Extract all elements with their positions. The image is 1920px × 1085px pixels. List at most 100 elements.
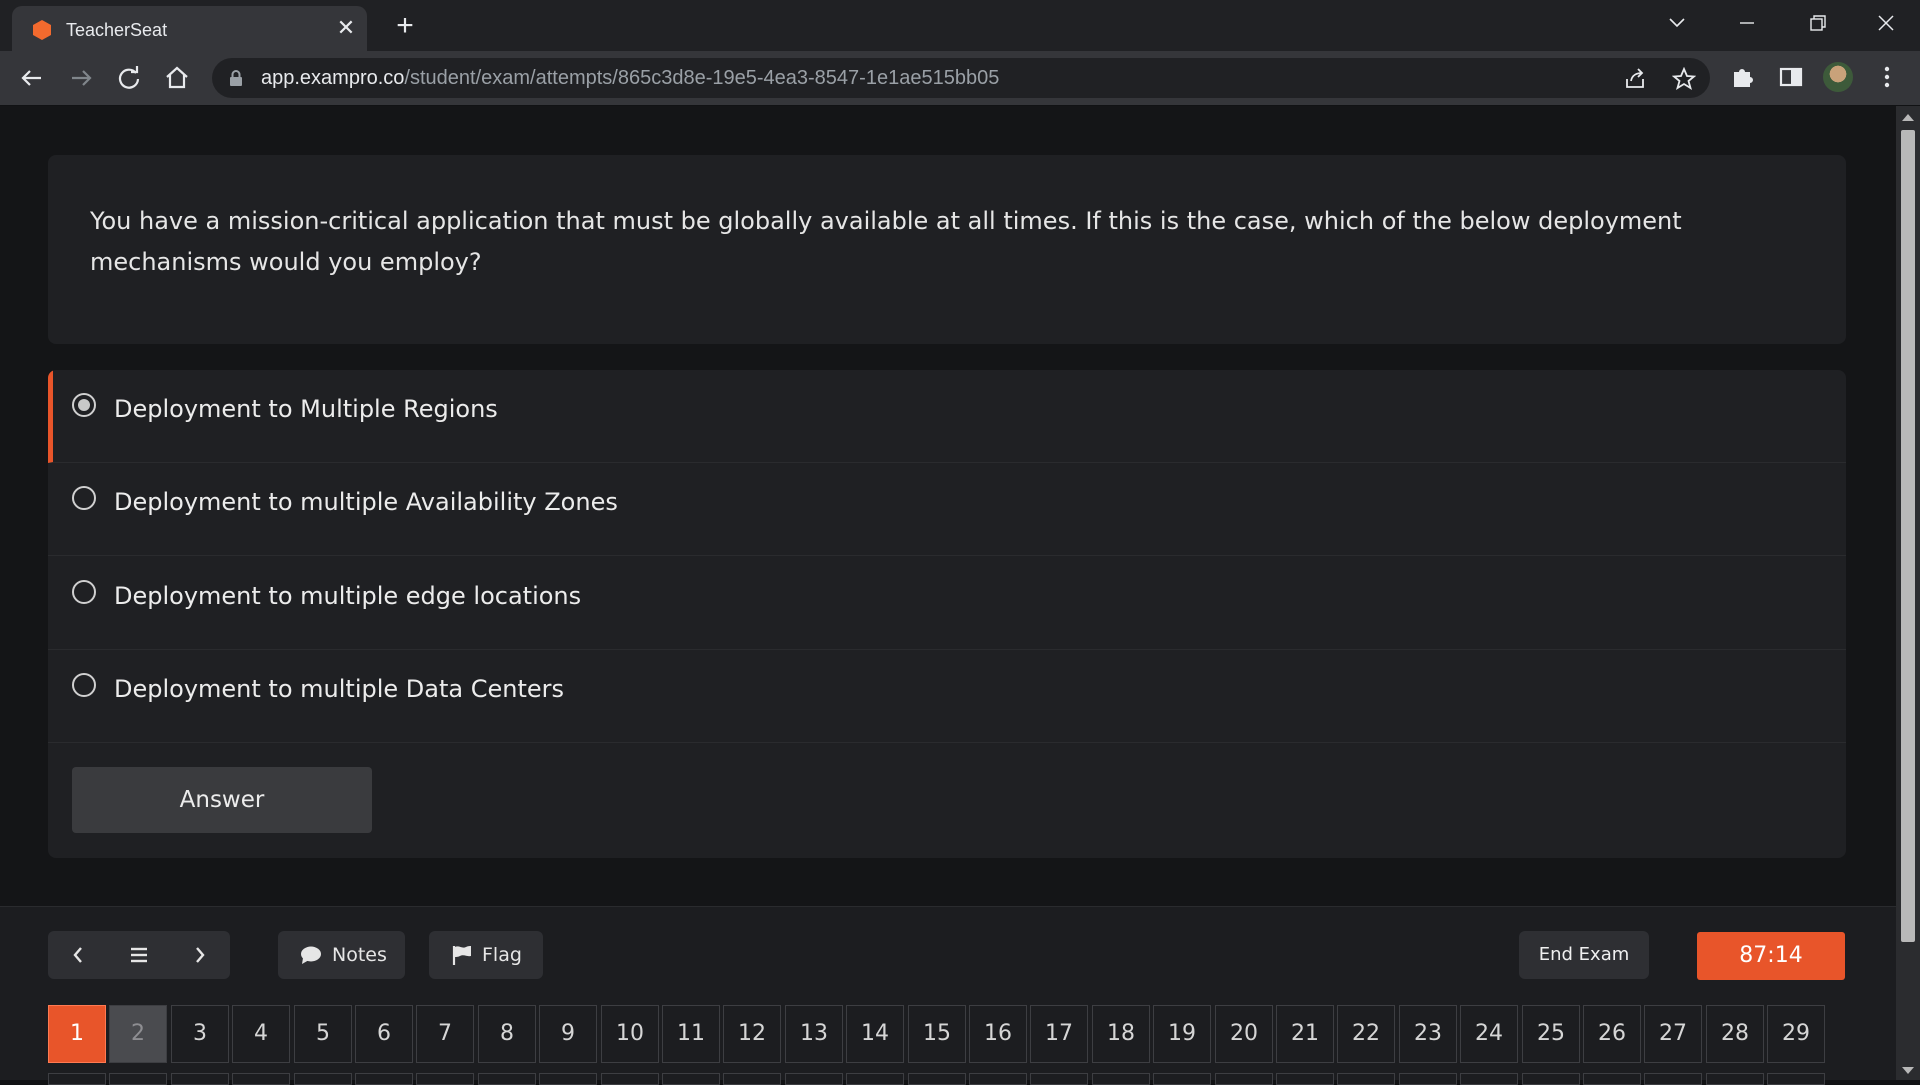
question-number-button-row2[interactable] xyxy=(416,1073,474,1085)
question-number-button-row2[interactable] xyxy=(539,1073,597,1085)
question-number-button-row2[interactable] xyxy=(723,1073,781,1085)
question-number-button-row2[interactable] xyxy=(1644,1073,1702,1085)
question-number-button[interactable]: 24 xyxy=(1460,1005,1518,1063)
new-tab-icon[interactable]: + xyxy=(390,11,420,42)
radio-button[interactable] xyxy=(72,673,96,697)
question-number-button-row2[interactable] xyxy=(1030,1073,1088,1085)
option-1[interactable]: Deployment to Multiple Regions xyxy=(48,370,1846,463)
question-number-button[interactable]: 6 xyxy=(355,1005,413,1063)
extensions-puzzle-icon[interactable] xyxy=(1730,64,1756,90)
question-number-button-row2[interactable] xyxy=(1460,1073,1518,1085)
tab-search-icon[interactable] xyxy=(1660,8,1694,38)
question-number-button[interactable]: 2 xyxy=(109,1005,167,1063)
close-tab-icon[interactable]: ✕ xyxy=(334,16,358,40)
question-number-button[interactable]: 1 xyxy=(48,1005,106,1063)
question-number-button[interactable]: 11 xyxy=(662,1005,720,1063)
question-number-button[interactable]: 20 xyxy=(1215,1005,1273,1063)
option-3[interactable]: Deployment to multiple edge locations xyxy=(48,557,1846,650)
radio-button-selected[interactable] xyxy=(72,393,96,417)
page-scrollbar[interactable] xyxy=(1896,106,1920,1080)
back-arrow-icon[interactable] xyxy=(17,63,47,93)
previous-question-chevron-left-icon[interactable] xyxy=(48,931,108,979)
side-panel-icon[interactable] xyxy=(1778,64,1804,90)
forward-arrow-icon[interactable] xyxy=(66,63,96,93)
question-number-button[interactable]: 26 xyxy=(1583,1005,1641,1063)
question-number-button-row2[interactable] xyxy=(1215,1073,1273,1085)
question-number-button-row2[interactable] xyxy=(601,1073,659,1085)
option-2[interactable]: Deployment to multiple Availability Zone… xyxy=(48,463,1846,556)
question-number-button-row2[interactable] xyxy=(785,1073,843,1085)
question-number-button[interactable]: 29 xyxy=(1767,1005,1825,1063)
question-number-button-row2[interactable] xyxy=(1153,1073,1211,1085)
question-number-button[interactable]: 22 xyxy=(1337,1005,1395,1063)
next-question-chevron-right-icon[interactable] xyxy=(170,931,230,979)
reload-icon[interactable] xyxy=(114,63,144,93)
question-number-button-row2[interactable] xyxy=(662,1073,720,1085)
question-number-button[interactable]: 12 xyxy=(723,1005,781,1063)
question-number-button[interactable]: 14 xyxy=(846,1005,904,1063)
bookmark-star-icon[interactable] xyxy=(1672,67,1696,91)
scroll-up-arrow-icon[interactable] xyxy=(1902,114,1914,121)
question-number-button[interactable]: 16 xyxy=(969,1005,1027,1063)
question-card: You have a mission-critical application … xyxy=(48,155,1846,344)
question-number-button[interactable]: 18 xyxy=(1092,1005,1150,1063)
question-number-button[interactable]: 27 xyxy=(1644,1005,1702,1063)
question-number-button[interactable]: 10 xyxy=(601,1005,659,1063)
question-number-button[interactable]: 25 xyxy=(1522,1005,1580,1063)
profile-avatar[interactable] xyxy=(1823,62,1853,92)
notes-button[interactable]: Notes xyxy=(278,931,405,979)
minimize-icon[interactable] xyxy=(1730,8,1764,38)
question-number-button[interactable]: 5 xyxy=(294,1005,352,1063)
question-number-button-row2[interactable] xyxy=(1337,1073,1395,1085)
share-icon[interactable] xyxy=(1623,67,1647,91)
question-number-button-row2[interactable] xyxy=(1706,1073,1764,1085)
question-number-button-row2[interactable] xyxy=(1399,1073,1457,1085)
kebab-menu-icon[interactable] xyxy=(1874,64,1900,90)
question-number-button-row2[interactable] xyxy=(969,1073,1027,1085)
exam-timer: 87:14 xyxy=(1697,932,1845,980)
question-number-button[interactable]: 3 xyxy=(171,1005,229,1063)
flag-icon xyxy=(452,946,471,965)
question-number-button-row2[interactable] xyxy=(908,1073,966,1085)
radio-button[interactable] xyxy=(72,580,96,604)
restore-icon[interactable] xyxy=(1800,8,1834,38)
question-number-button-row2[interactable] xyxy=(1583,1073,1641,1085)
question-number-button[interactable]: 28 xyxy=(1706,1005,1764,1063)
home-icon[interactable] xyxy=(162,63,192,93)
answer-button[interactable]: Answer xyxy=(72,767,372,833)
option-4[interactable]: Deployment to multiple Data Centers xyxy=(48,650,1846,743)
end-exam-button[interactable]: End Exam xyxy=(1519,931,1649,979)
question-number-button[interactable]: 8 xyxy=(478,1005,536,1063)
question-number-button[interactable]: 4 xyxy=(232,1005,290,1063)
scroll-down-arrow-icon[interactable] xyxy=(1902,1067,1914,1074)
question-number-button[interactable]: 17 xyxy=(1030,1005,1088,1063)
question-number-button-row2[interactable] xyxy=(1522,1073,1580,1085)
question-number-button-row2[interactable] xyxy=(109,1073,167,1085)
question-number-button[interactable]: 21 xyxy=(1276,1005,1334,1063)
question-number-button-row2[interactable] xyxy=(1276,1073,1334,1085)
question-number-button[interactable]: 23 xyxy=(1399,1005,1457,1063)
question-number-button-row2[interactable] xyxy=(1767,1073,1825,1085)
lock-icon[interactable] xyxy=(228,69,244,87)
question-number-button-row2[interactable] xyxy=(171,1073,229,1085)
question-number-button-row2[interactable] xyxy=(478,1073,536,1085)
question-number-button-row2[interactable] xyxy=(846,1073,904,1085)
flag-button[interactable]: Flag xyxy=(429,931,543,979)
question-number-button[interactable]: 9 xyxy=(539,1005,597,1063)
question-number-navigator: 1 2 3 4 5 6 7 8 9 10 11 12 13 14 15 16 17 18 19 20 21 22 23 24 2… xyxy=(48,1005,1828,1085)
radio-button[interactable] xyxy=(72,486,96,510)
question-number-button[interactable]: 7 xyxy=(416,1005,474,1063)
question-number-button-row2[interactable] xyxy=(355,1073,413,1085)
question-list-menu-icon[interactable] xyxy=(109,931,169,979)
question-number-button-row2[interactable] xyxy=(48,1073,106,1085)
question-number-button-row2[interactable] xyxy=(294,1073,352,1085)
question-number-button[interactable]: 15 xyxy=(908,1005,966,1063)
question-number-button-row2[interactable] xyxy=(232,1073,290,1085)
question-number-button[interactable]: 13 xyxy=(785,1005,843,1063)
scrollbar-thumb[interactable] xyxy=(1901,130,1915,942)
close-window-icon[interactable] xyxy=(1869,8,1903,38)
browser-tab[interactable]: TeacherSeat ✕ xyxy=(12,6,367,51)
question-number-button-row2[interactable] xyxy=(1092,1073,1150,1085)
question-number-button[interactable]: 19 xyxy=(1153,1005,1211,1063)
address-bar[interactable]: app.exampro.co/student/exam/attempts/865… xyxy=(212,58,1710,98)
